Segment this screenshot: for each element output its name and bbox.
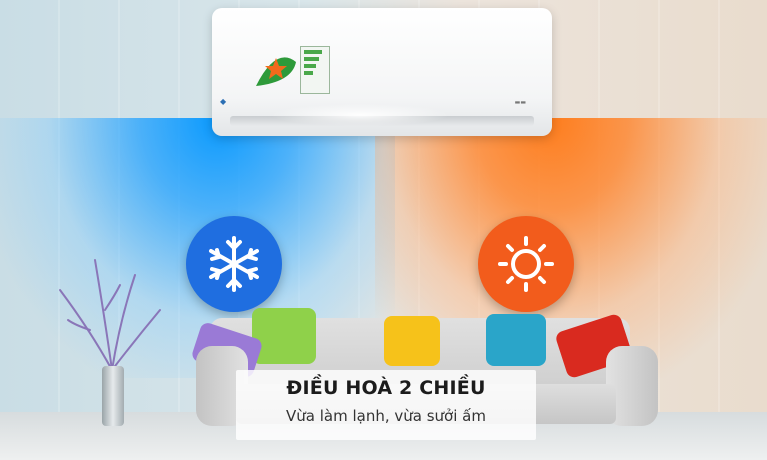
energy-bar bbox=[304, 71, 313, 75]
caption-title: ĐIỀU HOÀ 2 CHIỀU bbox=[286, 377, 486, 399]
vase bbox=[102, 366, 124, 426]
scene: ◆ ▬▬ ĐIỀU HOÀ 2 CHIỀU Vừa làm lạnh, vừa … bbox=[0, 0, 767, 460]
air-glow bbox=[270, 104, 450, 126]
energy-bar bbox=[304, 64, 316, 68]
ac-brand-logo: ◆ bbox=[220, 97, 227, 106]
caption-subtitle: Vừa làm lạnh, vừa sưởi ấm bbox=[286, 407, 486, 425]
energy-bar bbox=[304, 50, 322, 54]
heating-badge bbox=[478, 216, 574, 312]
ac-inverter-mark: ▬▬ bbox=[514, 99, 526, 106]
pillow-blue bbox=[486, 314, 546, 366]
pillow-yellow bbox=[384, 316, 440, 366]
snowflake-icon bbox=[209, 236, 259, 292]
energy-bar bbox=[304, 57, 319, 61]
caption-box: ĐIỀU HOÀ 2 CHIỀU Vừa làm lạnh, vừa sưởi … bbox=[236, 370, 536, 440]
energy-label-icon bbox=[300, 46, 330, 94]
pillow-green bbox=[252, 308, 316, 364]
energy-star-icon bbox=[256, 57, 296, 86]
cooling-badge bbox=[186, 216, 282, 312]
sun-icon bbox=[498, 236, 554, 292]
